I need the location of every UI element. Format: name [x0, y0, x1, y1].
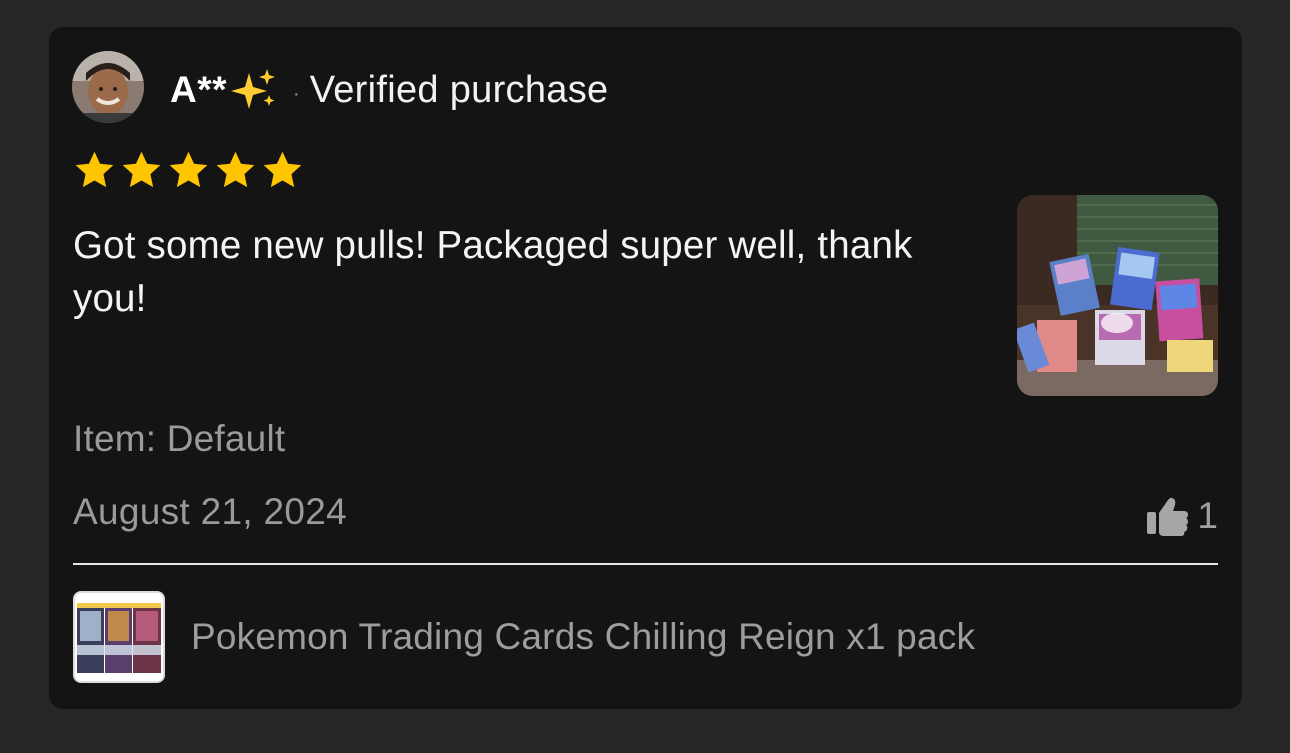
star-rating [73, 149, 304, 192]
item-variant: Item: Default [73, 418, 286, 459]
review-photo[interactable] [1017, 195, 1218, 396]
sparkles-icon [231, 69, 276, 109]
star-icon [263, 151, 302, 188]
thumbs-up-icon [1147, 497, 1189, 536]
helpful-count: 1 [1197, 495, 1218, 536]
review-date: August 21, 2024 [73, 491, 347, 532]
reviewer-avatar[interactable] [72, 51, 144, 123]
divider [73, 563, 1218, 565]
product-name[interactable]: Pokemon Trading Cards Chilling Reign x1 … [191, 616, 975, 658]
verified-purchase-label: Verified purchase [309, 68, 609, 111]
reviewer-name: A** [170, 69, 228, 110]
reviewer-header: A** · Verified purchase [170, 65, 608, 115]
product-thumbnail[interactable] [73, 591, 165, 683]
review-text: Got some new pulls! Packaged super well,… [73, 224, 913, 320]
separator-dot: · [293, 82, 300, 105]
star-icon [75, 151, 114, 188]
review-card: A** · Verified purchase Got some new pul… [49, 27, 1242, 709]
star-icon [169, 151, 208, 188]
helpful-button[interactable]: 1 [1143, 492, 1218, 540]
product-link[interactable]: Pokemon Trading Cards Chilling Reign x1 … [73, 589, 1218, 685]
star-icon [122, 151, 161, 188]
star-icon [216, 151, 255, 188]
